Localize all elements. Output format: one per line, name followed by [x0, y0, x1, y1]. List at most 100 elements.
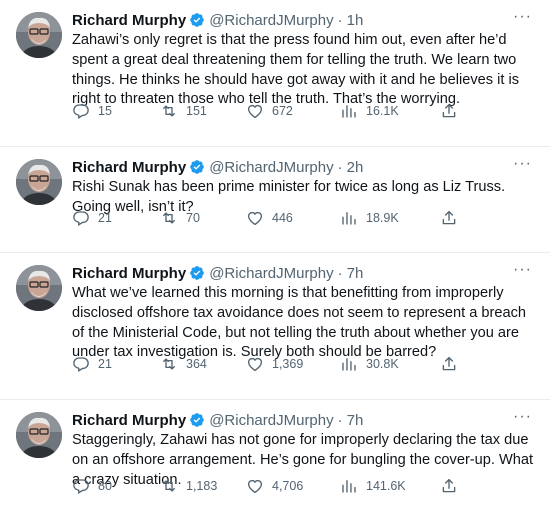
retweet-icon	[160, 209, 178, 227]
view-count: 30.8K	[366, 357, 399, 371]
tweet-content: Richard Murphy @RichardJMurphy · 2h ··· …	[72, 155, 536, 218]
verified-badge-icon	[189, 412, 205, 428]
views-button[interactable]: 30.8K	[340, 355, 399, 373]
heart-icon	[246, 209, 264, 227]
reply-button[interactable]: 15	[72, 102, 112, 120]
share-icon	[440, 102, 458, 120]
views-button[interactable]: 16.1K	[340, 102, 399, 120]
tweet-1[interactable]: Richard Murphy @RichardJMurphy · 1h ··· …	[0, 0, 550, 147]
author-handle[interactable]: @RichardJMurphy	[209, 159, 333, 176]
share-button[interactable]	[440, 355, 458, 373]
like-count: 672	[272, 104, 293, 118]
more-icon[interactable]: ···	[513, 155, 532, 173]
author-name[interactable]: Richard Murphy	[72, 412, 186, 429]
tweet-text: Zahawi’s only regret is that the press f…	[72, 32, 519, 108]
like-count: 1,369	[272, 357, 304, 371]
reply-button[interactable]: 21	[72, 355, 112, 373]
reply-icon	[72, 102, 90, 120]
heart-icon	[246, 102, 264, 120]
reply-button[interactable]: 80	[72, 477, 112, 495]
retweet-button[interactable]: 151	[160, 102, 207, 120]
views-icon	[340, 209, 358, 227]
share-button[interactable]	[440, 477, 458, 495]
author-handle[interactable]: @RichardJMurphy	[209, 265, 333, 282]
reply-icon	[72, 209, 90, 227]
reply-count: 21	[98, 211, 112, 225]
author-handle[interactable]: @RichardJMurphy	[209, 12, 333, 29]
reply-icon	[72, 477, 90, 495]
tweet-text: Rishi Sunak has been prime minister for …	[72, 179, 506, 215]
retweet-button[interactable]: 70	[160, 209, 200, 227]
like-button[interactable]: 446	[246, 209, 293, 227]
views-button[interactable]: 141.6K	[340, 477, 406, 495]
tweet-content: Richard Murphy @RichardJMurphy · 7h ··· …	[72, 408, 536, 490]
avatar[interactable]	[16, 159, 62, 205]
more-icon[interactable]: ···	[513, 8, 532, 26]
separator: ·	[337, 264, 343, 282]
view-count: 141.6K	[366, 479, 406, 493]
timestamp[interactable]: 2h	[347, 159, 364, 176]
tweet-text: Staggeringly, Zahawi has not gone for im…	[72, 432, 534, 488]
like-count: 4,706	[272, 479, 304, 493]
share-button[interactable]	[440, 102, 458, 120]
share-icon	[440, 209, 458, 227]
tweet-header: Richard Murphy @RichardJMurphy · 1h	[72, 10, 536, 30]
share-icon	[440, 355, 458, 373]
retweet-button[interactable]: 1,183	[160, 477, 217, 495]
author-name[interactable]: Richard Murphy	[72, 12, 186, 29]
avatar[interactable]	[16, 265, 62, 311]
heart-icon	[246, 355, 264, 373]
tweet-text: What we’ve learned this morning is that …	[72, 285, 527, 361]
tweet-4[interactable]: Richard Murphy @RichardJMurphy · 7h ··· …	[0, 400, 550, 521]
share-button[interactable]	[440, 209, 458, 227]
separator: ·	[337, 411, 343, 429]
timestamp[interactable]: 7h	[347, 412, 364, 429]
reply-count: 80	[98, 479, 112, 493]
views-button[interactable]: 18.9K	[340, 209, 399, 227]
retweet-icon	[160, 102, 178, 120]
verified-badge-icon	[189, 159, 205, 175]
share-icon	[440, 477, 458, 495]
separator: ·	[337, 158, 343, 176]
retweet-button[interactable]: 364	[160, 355, 207, 373]
author-handle[interactable]: @RichardJMurphy	[209, 412, 333, 429]
more-icon[interactable]: ···	[513, 261, 532, 279]
views-icon	[340, 477, 358, 495]
reply-count: 15	[98, 104, 112, 118]
retweet-icon	[160, 355, 178, 373]
avatar[interactable]	[16, 12, 62, 58]
heart-icon	[246, 477, 264, 495]
timeline: Richard Murphy @RichardJMurphy · 1h ··· …	[0, 0, 550, 521]
tweet-3[interactable]: Richard Murphy @RichardJMurphy · 7h ··· …	[0, 253, 550, 400]
tweet-header: Richard Murphy @RichardJMurphy · 2h	[72, 157, 536, 177]
tweet-content: Richard Murphy @RichardJMurphy · 1h ··· …	[72, 8, 536, 110]
reply-count: 21	[98, 357, 112, 371]
separator: ·	[337, 11, 343, 29]
avatar[interactable]	[16, 412, 62, 458]
tweet-2[interactable]: Richard Murphy @RichardJMurphy · 2h ··· …	[0, 147, 550, 253]
author-name[interactable]: Richard Murphy	[72, 265, 186, 282]
tweet-header: Richard Murphy @RichardJMurphy · 7h	[72, 263, 536, 283]
timestamp[interactable]: 7h	[347, 265, 364, 282]
tweet-header: Richard Murphy @RichardJMurphy · 7h	[72, 410, 536, 430]
views-icon	[340, 355, 358, 373]
tweet-content: Richard Murphy @RichardJMurphy · 7h ··· …	[72, 261, 536, 363]
views-icon	[340, 102, 358, 120]
verified-badge-icon	[189, 12, 205, 28]
like-button[interactable]: 4,706	[246, 477, 303, 495]
view-count: 16.1K	[366, 104, 399, 118]
like-button[interactable]: 1,369	[246, 355, 303, 373]
retweet-icon	[160, 477, 178, 495]
reply-button[interactable]: 21	[72, 209, 112, 227]
timestamp[interactable]: 1h	[347, 12, 364, 29]
retweet-count: 70	[186, 211, 200, 225]
retweet-count: 364	[186, 357, 207, 371]
view-count: 18.9K	[366, 211, 399, 225]
more-icon[interactable]: ···	[513, 408, 532, 426]
verified-badge-icon	[189, 265, 205, 281]
author-name[interactable]: Richard Murphy	[72, 159, 186, 176]
like-count: 446	[272, 211, 293, 225]
reply-icon	[72, 355, 90, 373]
like-button[interactable]: 672	[246, 102, 293, 120]
retweet-count: 151	[186, 104, 207, 118]
